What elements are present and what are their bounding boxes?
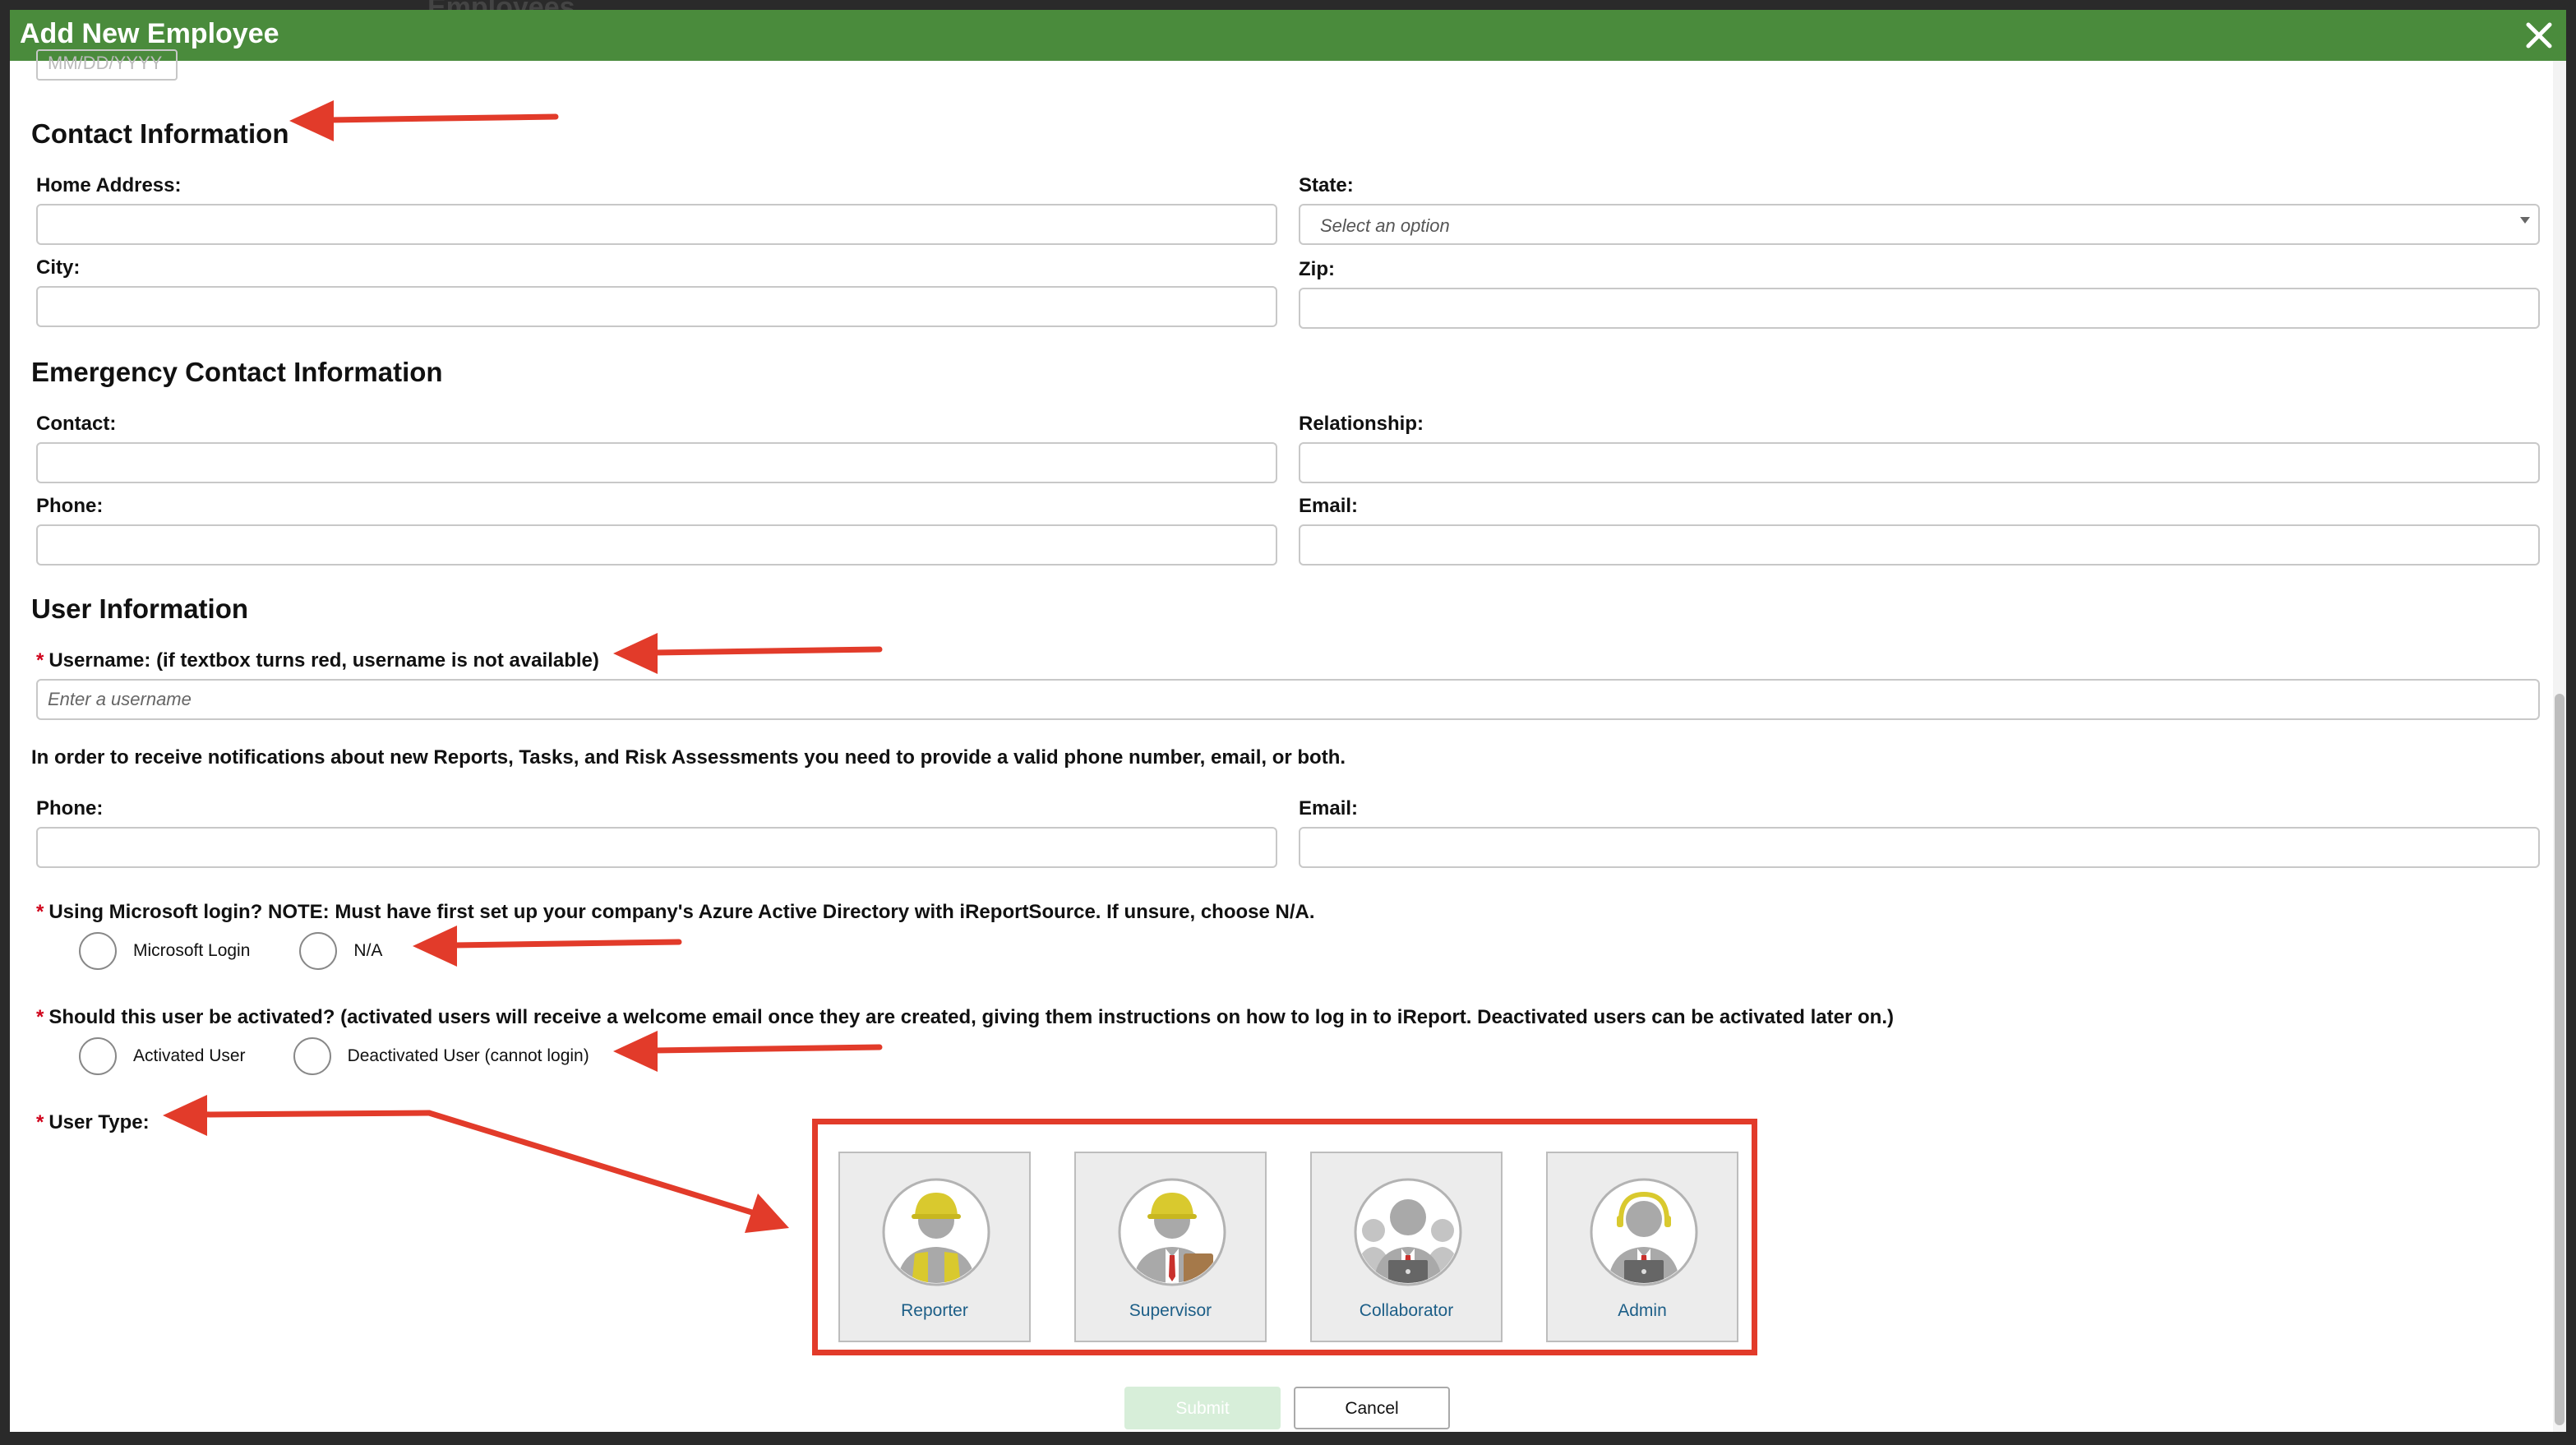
supervisor-icon [1118, 1178, 1226, 1286]
scrollbar-track [2553, 61, 2566, 1432]
state-select-value: Select an option [1320, 215, 1450, 236]
emergency-email-input[interactable] [1299, 524, 2540, 566]
microsoft-login-radio-group: Microsoft Login N/A [79, 932, 432, 970]
city-label: City: [36, 256, 81, 279]
date-of-birth-field[interactable]: MM/DD/YYYY [36, 49, 178, 81]
emergency-phone-label: Phone: [36, 495, 104, 517]
username-input[interactable] [36, 679, 2540, 720]
user-type-label: Collaborator [1359, 1301, 1454, 1320]
activation-radio-group: Activated User Deactivated User (cannot … [79, 1037, 639, 1075]
zip-label: Zip: [1299, 258, 1335, 280]
user-type-label: Admin [1618, 1301, 1667, 1320]
user-type-admin[interactable]: Admin [1546, 1152, 1738, 1342]
radio-button[interactable] [299, 932, 338, 970]
radio-label: Deactivated User (cannot login) [347, 1046, 589, 1065]
user-phone-input[interactable] [36, 827, 1277, 868]
required-marker: * [36, 901, 44, 923]
activation-label-text: Should this user be activated? (activate… [48, 1006, 1894, 1028]
user-type-label: Supervisor [1129, 1301, 1212, 1320]
reporter-icon [882, 1178, 990, 1286]
emergency-phone-input[interactable] [36, 524, 1277, 566]
required-marker: * [36, 649, 44, 672]
required-marker: * [36, 1006, 44, 1028]
user-email-label: Email: [1299, 797, 1359, 819]
state-label: State: [1299, 174, 1354, 196]
relationship-input[interactable] [1299, 442, 2540, 483]
emergency-section-title: Emergency Contact Information [31, 357, 443, 387]
zip-input[interactable] [1299, 288, 2540, 329]
user-type-label: * User Type: [36, 1111, 150, 1134]
microsoft-login-label-text: Using Microsoft login? NOTE: Must have f… [48, 901, 1315, 923]
modal-header: Add New Employee [10, 10, 2566, 61]
chevron-down-icon [2520, 217, 2530, 224]
user-type-label: Reporter [901, 1301, 968, 1320]
na-option[interactable]: N/A [299, 932, 382, 970]
microsoft-login-option[interactable]: Microsoft Login [79, 932, 250, 970]
username-label: * Username: (if textbox turns red, userna… [36, 649, 599, 672]
radio-button[interactable] [79, 932, 117, 970]
radio-button[interactable] [79, 1037, 117, 1075]
scrollbar-thumb[interactable] [2555, 694, 2564, 1425]
activation-label: * Should this user be activated? (activat… [36, 1006, 1894, 1029]
home-address-label: Home Address: [36, 174, 182, 196]
user-email-input[interactable] [1299, 827, 2540, 868]
state-select[interactable]: Select an option [1299, 204, 2540, 245]
user-type-reporter[interactable]: Reporter [838, 1152, 1031, 1342]
submit-button[interactable]: Submit [1124, 1387, 1281, 1429]
home-address-input[interactable] [36, 204, 1277, 245]
close-icon [2526, 22, 2552, 48]
user-type-label-text: User Type: [48, 1111, 150, 1133]
relationship-label: Relationship: [1299, 413, 1424, 435]
collaborator-icon [1354, 1178, 1462, 1286]
emergency-contact-label: Contact: [36, 413, 117, 435]
microsoft-login-label: * Using Microsoft login? NOTE: Must have … [36, 901, 1315, 924]
required-marker: * [36, 1111, 44, 1133]
radio-label: Microsoft Login [133, 941, 251, 960]
add-employee-modal: Add New Employee MM/DD/YYYY Contact Info… [10, 10, 2566, 1432]
emergency-contact-input[interactable] [36, 442, 1277, 483]
user-type-supervisor[interactable]: Supervisor [1074, 1152, 1267, 1342]
cancel-button[interactable]: Cancel [1294, 1387, 1450, 1429]
user-phone-label: Phone: [36, 797, 104, 819]
radio-button[interactable] [293, 1037, 331, 1075]
deactivated-user-option[interactable]: Deactivated User (cannot login) [293, 1037, 589, 1075]
username-label-text: Username: (if textbox turns red, usernam… [48, 649, 599, 672]
emergency-email-label: Email: [1299, 495, 1359, 517]
contact-section-title: Contact Information [31, 118, 289, 149]
user-type-collaborator[interactable]: Collaborator [1310, 1152, 1503, 1342]
user-info-section-title: User Information [31, 593, 249, 624]
close-button[interactable] [2520, 16, 2558, 54]
activated-user-option[interactable]: Activated User [79, 1037, 246, 1075]
admin-icon [1590, 1178, 1698, 1286]
notification-notice: In order to receive notifications about … [31, 746, 1346, 769]
radio-label: N/A [353, 941, 383, 960]
radio-label: Activated User [133, 1046, 246, 1065]
modal-title: Add New Employee [20, 18, 279, 49]
city-input[interactable] [36, 286, 1277, 327]
modal-body: MM/DD/YYYY Contact Information Home Addr… [10, 49, 2566, 1432]
